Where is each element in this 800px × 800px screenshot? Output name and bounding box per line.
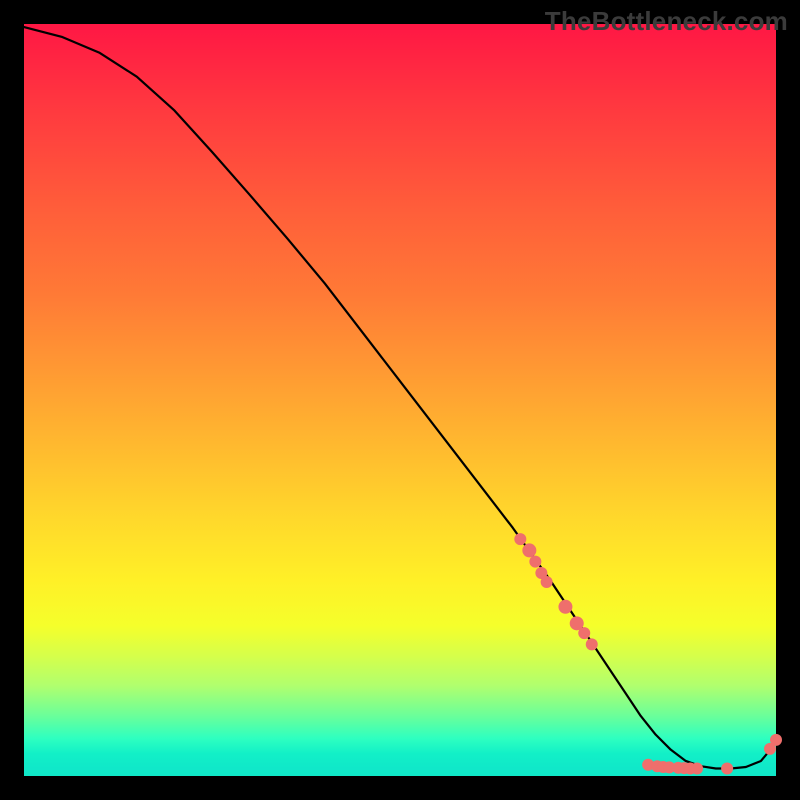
chart-stage: TheBottleneck.com [0,0,800,800]
marker-dot [541,576,553,588]
marker-dot [770,734,782,746]
marker-dot [721,762,733,774]
marker-dot [578,627,590,639]
bottleneck-curve [24,27,776,768]
marker-dot [522,543,536,557]
marker-dot [514,533,526,545]
highlighted-markers [514,533,782,774]
marker-dot [691,762,703,774]
marker-dot [529,556,541,568]
curve-svg [24,24,776,776]
marker-dot [558,600,572,614]
watermark: TheBottleneck.com [545,6,788,37]
marker-dot [586,638,598,650]
plot-area [24,24,776,776]
